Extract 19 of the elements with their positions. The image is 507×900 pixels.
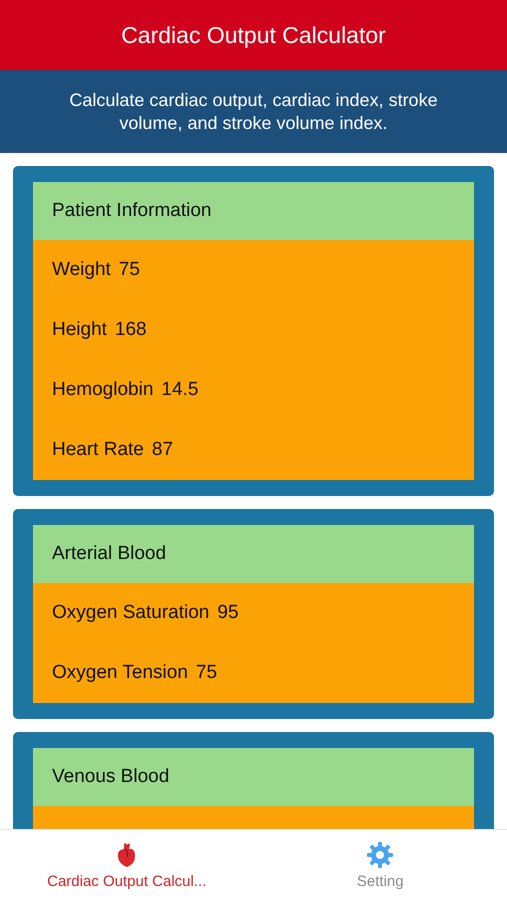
field-value[interactable]: 168 xyxy=(114,319,147,341)
tab-item[interactable]: Cardiac Output Calcul... xyxy=(0,830,254,900)
field-label: Heart Rate xyxy=(52,439,144,461)
section-heading: Venous Blood xyxy=(33,748,474,806)
description-text: Calculate cardiac output, cardiac index, stroke volume, and stroke volume index. xyxy=(68,88,439,134)
gear-icon xyxy=(366,840,394,868)
field-value[interactable]: 95 xyxy=(217,602,239,624)
field-label: Oxygen Saturation xyxy=(52,602,210,624)
field-value[interactable]: 87 xyxy=(152,439,174,461)
section-heading: Patient Information xyxy=(33,182,474,240)
field-value[interactable]: 14.5 xyxy=(161,379,198,401)
field-value[interactable]: 75 xyxy=(196,662,218,684)
field-label: Hemoglobin xyxy=(52,379,154,401)
app-title: Cardiac Output Calculator xyxy=(121,22,386,48)
field-value[interactable]: 75 xyxy=(118,259,140,281)
field-label: Oxygen Tension xyxy=(52,662,188,684)
field-label: Weight xyxy=(52,259,111,281)
field-label: Height xyxy=(52,319,107,341)
section-heading: Arterial Blood xyxy=(33,525,474,583)
